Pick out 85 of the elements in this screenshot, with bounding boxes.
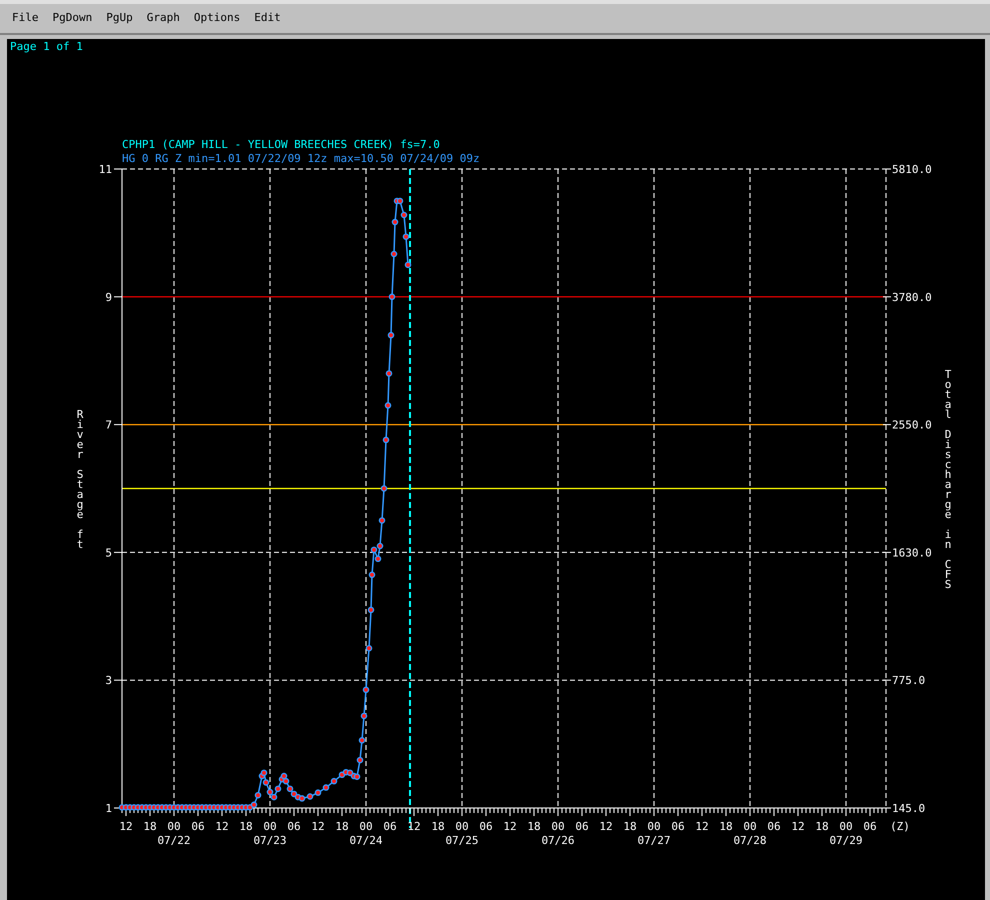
x-tick-label: 18	[239, 820, 253, 833]
x-tick-label: 00	[359, 820, 373, 833]
data-point	[356, 756, 364, 764]
date-label: 07/27	[637, 834, 671, 847]
data-point	[380, 485, 388, 492]
data-point	[388, 294, 396, 300]
date-label: 07/25	[445, 834, 479, 847]
x-tick-label: 00	[647, 820, 661, 833]
date-label: 07/26	[541, 834, 575, 847]
x-tick-label: 18	[527, 820, 541, 833]
x-tick-label: 00	[839, 820, 853, 833]
discharge-tick-label: 145.0	[892, 802, 926, 815]
data-point	[374, 556, 382, 562]
y-tick-label: 11	[98, 163, 112, 176]
data-point	[400, 212, 408, 218]
x-tick-label: 00	[743, 820, 757, 833]
x-tick-label: 00	[551, 820, 565, 833]
x-tick-label: 12	[695, 820, 709, 833]
data-point	[360, 712, 368, 720]
x-tick-label: 06	[863, 820, 877, 833]
date-label: 07/22	[157, 834, 191, 847]
data-point	[366, 645, 372, 652]
x-tick-label: 12	[311, 820, 325, 833]
data-point	[358, 737, 366, 744]
data-point	[402, 233, 410, 240]
x-tick-label: 12	[407, 820, 421, 833]
data-point	[368, 606, 374, 614]
discharge-tick-label: 2550.0	[892, 418, 932, 432]
y-tick-label: 5	[105, 546, 112, 560]
data-point	[386, 370, 392, 377]
x-tick-label: 06	[479, 820, 493, 833]
menu-item[interactable]: PgUp	[99, 8, 140, 29]
menu-item[interactable]: Options	[186, 8, 248, 29]
y-tick-label: 9	[105, 290, 112, 304]
page-indicator: Page 1 of 1	[10, 40, 83, 53]
date-label: 07/29	[829, 834, 863, 847]
data-point	[384, 402, 392, 409]
x-tick-label: 18	[815, 820, 829, 833]
y-tick-label: 3	[105, 674, 112, 688]
data-point	[392, 218, 398, 226]
data-point	[404, 262, 412, 268]
menu-item[interactable]: Edit	[247, 8, 288, 29]
axis-title: Total Discharge in CFS	[944, 368, 952, 591]
x-tick-label: 00	[455, 820, 469, 833]
x-tick-label: 06	[575, 820, 589, 833]
x-tick-label: 06	[191, 820, 205, 833]
x-tick-label: 00	[263, 820, 277, 833]
x-tick-label: 06	[767, 820, 781, 833]
x-tick-label: 12	[599, 820, 613, 833]
x-tick-label: 12	[119, 820, 133, 833]
data-point	[254, 792, 262, 798]
discharge-tick-label: 3780.0	[892, 290, 932, 304]
date-label: 07/24	[349, 834, 383, 847]
x-tick-label: 18	[143, 820, 157, 833]
data-point	[382, 436, 390, 444]
menu-item[interactable]: Graph	[140, 8, 187, 29]
menu-item[interactable]: File	[5, 8, 46, 29]
discharge-tick-label: 1630.0	[892, 546, 932, 560]
x-tick-label: 00	[167, 820, 181, 833]
data-point	[388, 332, 394, 338]
x-tick-label: 18	[335, 820, 349, 833]
discharge-tick-label: 5810.0	[892, 163, 932, 176]
data-point	[362, 686, 370, 694]
data-point	[368, 572, 376, 578]
y-tick-label: 7	[105, 418, 112, 432]
x-tick-label: 12	[791, 820, 805, 833]
data-point	[390, 250, 398, 258]
chart-subtitle: HG 0 RG Z min=1.01 07/22/09 12z max=10.50 07/24/09 09z	[122, 152, 480, 165]
x-tick-label: 18	[623, 820, 637, 833]
x-tick-label: 06	[671, 820, 685, 833]
discharge-tick-label: 775.0	[892, 674, 926, 688]
x-tick-label: 06	[287, 820, 301, 833]
chart-title: CPHP1 (CAMP HILL - YELLOW BREECHES CREEK) fs=7.0	[122, 138, 440, 151]
y-tick-label: 1	[105, 802, 112, 815]
x-tick-label: 06	[383, 820, 397, 833]
x-tick-label: 18	[431, 820, 445, 833]
timezone-label: (Z)	[890, 820, 910, 833]
date-label: 07/28	[733, 834, 767, 847]
axis-title: River Stage ft	[76, 408, 84, 551]
menu-item[interactable]: PgDown	[46, 8, 100, 29]
x-tick-label: 12	[503, 820, 517, 833]
data-point	[378, 517, 386, 524]
date-label: 07/23	[253, 834, 287, 847]
x-tick-label: 18	[719, 820, 733, 833]
x-tick-label: 12	[215, 820, 229, 833]
